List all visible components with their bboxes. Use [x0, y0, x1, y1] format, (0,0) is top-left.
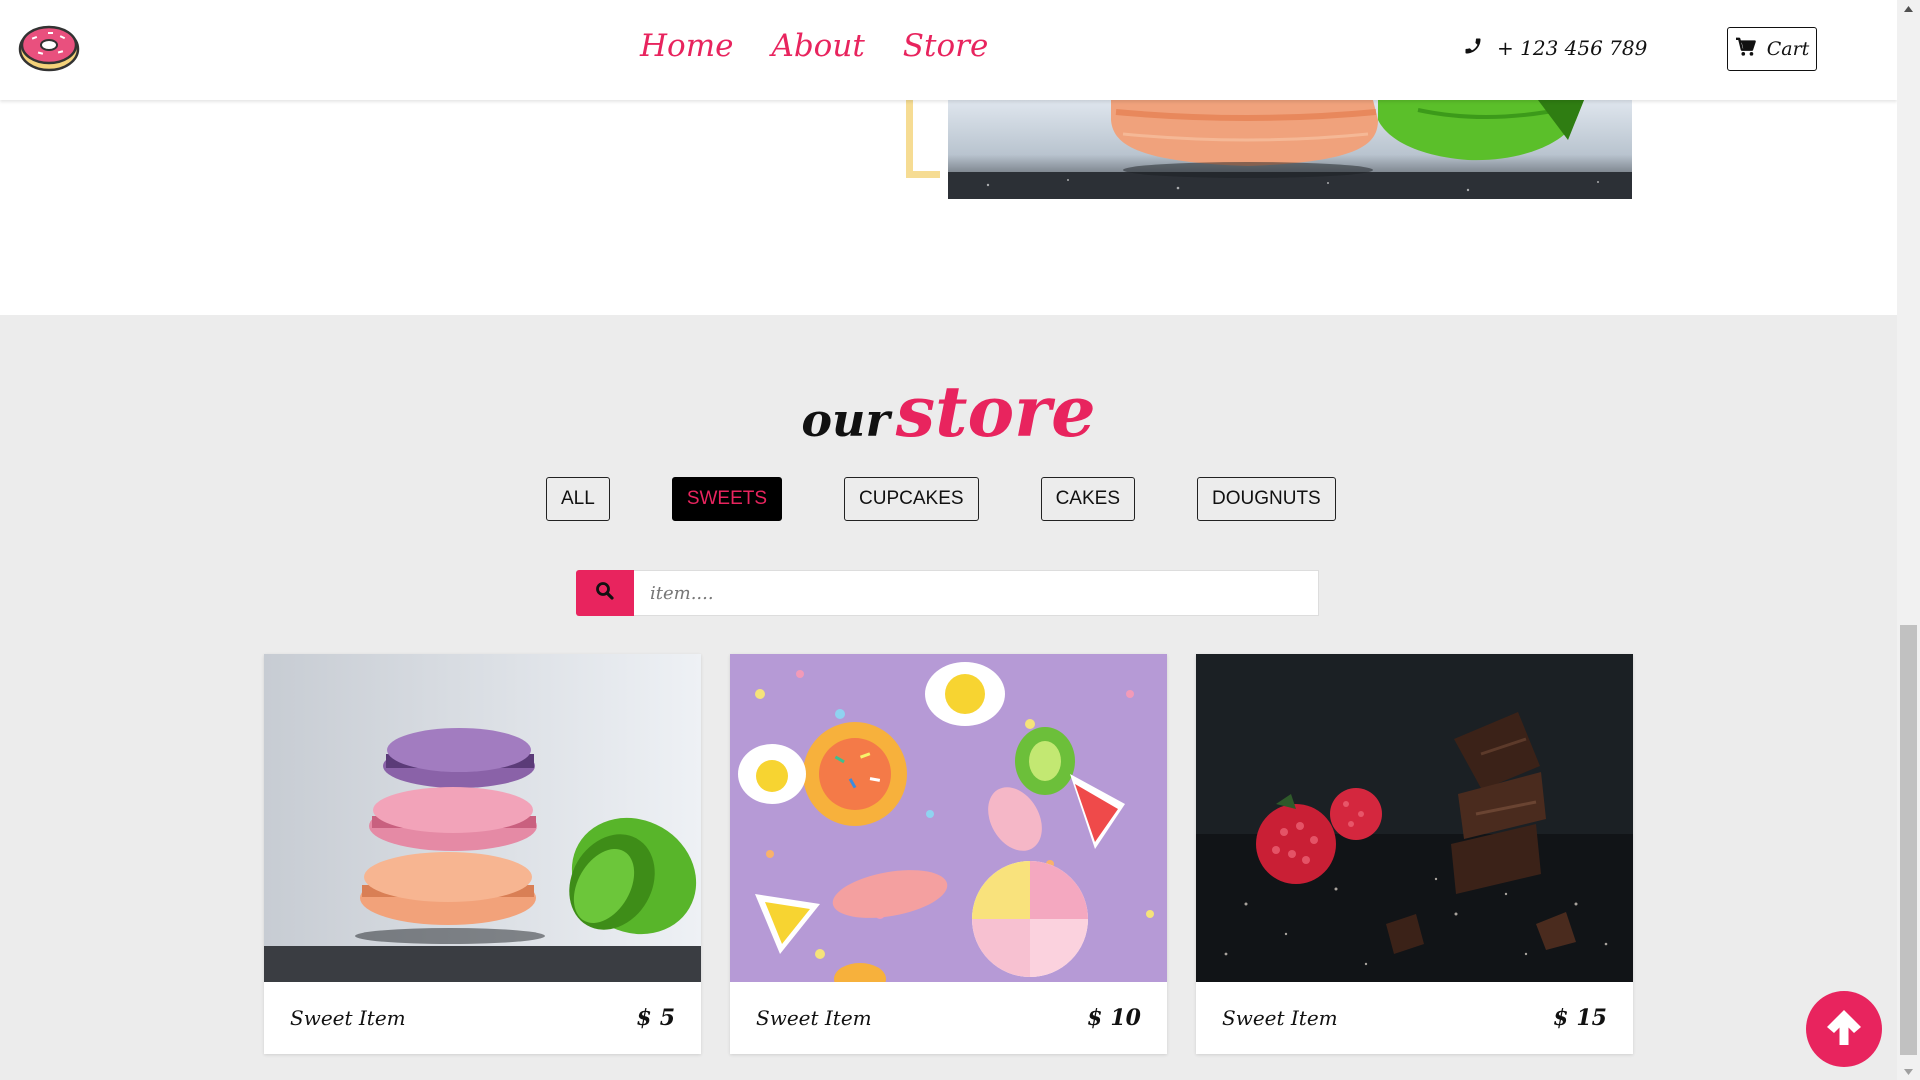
- search-button[interactable]: [576, 570, 634, 616]
- cart-button[interactable]: Cart: [1727, 27, 1817, 71]
- item-name: Sweet Item: [1222, 1006, 1338, 1030]
- nav-links: Home About Store: [640, 28, 988, 64]
- item-price: $10: [1087, 1005, 1141, 1031]
- search-icon: [595, 581, 615, 605]
- filter-all-button[interactable]: ALL: [546, 477, 610, 521]
- store-title-small: our: [801, 393, 890, 447]
- store-item-card[interactable]: Sweet Item $5: [264, 654, 701, 1054]
- scroll-to-top-button[interactable]: [1806, 991, 1882, 1067]
- filter-cupcakes-button[interactable]: CUPCAKES: [844, 477, 979, 521]
- store-item-card[interactable]: Sweet Item $10: [730, 654, 1167, 1054]
- filter-cakes-button[interactable]: CAKES: [1040, 477, 1135, 521]
- phone-number: + 123 456 789: [1497, 36, 1648, 60]
- hero-image-frame: [906, 100, 940, 178]
- price-value: 5: [659, 1005, 675, 1031]
- scroll-down-arrow-icon[interactable]: [1897, 1063, 1920, 1080]
- store-item-card[interactable]: Sweet Item $15: [1196, 654, 1633, 1054]
- navbar: Home About Store + 123 456 789 Cart: [0, 0, 1897, 100]
- search-bar: [576, 570, 1319, 616]
- page: Home About Store + 123 456 789 Cart ours…: [0, 0, 1897, 1080]
- item-name: Sweet Item: [290, 1006, 406, 1030]
- scroll-up-arrow-icon[interactable]: [1897, 0, 1920, 17]
- donut-logo[interactable]: [18, 20, 80, 72]
- nav-about-link[interactable]: About: [771, 28, 864, 64]
- macaron-stack-image: [264, 654, 701, 982]
- item-name: Sweet Item: [756, 1006, 872, 1030]
- candy-sprinkles-image: [730, 654, 1167, 982]
- vertical-scrollbar[interactable]: [1897, 0, 1920, 1080]
- scrollbar-thumb[interactable]: [1900, 625, 1917, 1055]
- chocolate-raspberry-image: [1196, 654, 1633, 982]
- hero-macaron-image: [948, 100, 1632, 199]
- price-value: 10: [1110, 1005, 1141, 1031]
- store-section: ourstore ALL SWEETS CUPCAKES CAKES DOUGN…: [0, 315, 1897, 1080]
- item-price: $15: [1553, 1005, 1607, 1031]
- arrow-up-icon: [1822, 1005, 1866, 1053]
- phone-icon: [1463, 36, 1483, 60]
- price-value: 15: [1576, 1005, 1607, 1031]
- search-input[interactable]: [634, 570, 1319, 616]
- price-currency: $: [636, 1005, 652, 1031]
- item-price: $5: [636, 1005, 675, 1031]
- card-footer: Sweet Item $5: [264, 982, 701, 1054]
- filter-doughnuts-button[interactable]: DOUGNUTS: [1197, 477, 1336, 521]
- card-footer: Sweet Item $15: [1196, 982, 1633, 1054]
- phone-contact: + 123 456 789: [1463, 36, 1647, 60]
- price-currency: $: [1087, 1005, 1103, 1031]
- store-title: ourstore: [0, 370, 1897, 453]
- filter-sweets-button[interactable]: SWEETS: [671, 477, 783, 521]
- store-title-large: store: [895, 370, 1096, 453]
- card-footer: Sweet Item $10: [730, 982, 1167, 1054]
- nav-home-link[interactable]: Home: [640, 28, 733, 64]
- filter-buttons: ALL SWEETS CUPCAKES CAKES DOUGNUTS: [546, 477, 1336, 521]
- cart-label: Cart: [1766, 38, 1810, 60]
- price-currency: $: [1553, 1005, 1569, 1031]
- cart-icon: [1735, 37, 1757, 61]
- nav-store-link[interactable]: Store: [903, 28, 989, 64]
